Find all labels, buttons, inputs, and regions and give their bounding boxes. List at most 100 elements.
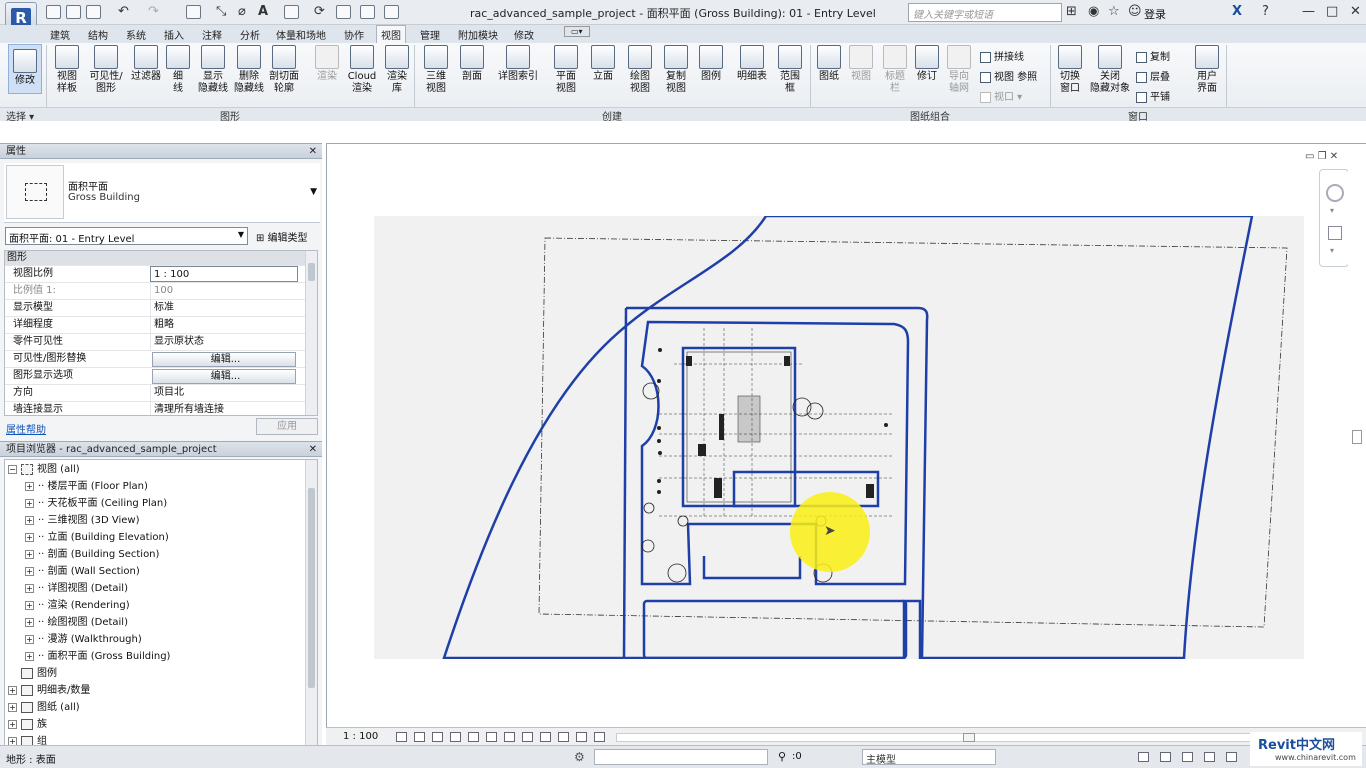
properties-scrollbar[interactable] (305, 251, 317, 415)
detail-level-icon[interactable] (396, 732, 407, 742)
tab-insert[interactable]: 插入 (162, 27, 186, 42)
cascade-button[interactable]: 层叠 (1136, 68, 1170, 83)
workset-dropdown[interactable] (594, 749, 768, 765)
tree-item[interactable]: + ·· 三维视图 (3D View) (25, 514, 140, 528)
temporary-hide-icon[interactable] (522, 732, 533, 742)
subscription-icon[interactable]: ◉ (1088, 5, 1099, 19)
select-dropdown[interactable]: 选择 ▾ (0, 107, 46, 123)
tree-item-schedules[interactable]: + 明细表/数量 (8, 684, 90, 698)
tree-item-legends[interactable]: 图例 (21, 667, 57, 681)
remove-hidden-lines-button[interactable]: 删除 隐藏线 (232, 45, 266, 95)
3d-view-button[interactable]: 三维 视图 (418, 45, 454, 95)
horizontal-scrollbar[interactable] (616, 733, 1336, 742)
replicate-button[interactable]: 复制 (1136, 48, 1170, 63)
tree-item[interactable]: + ·· 剖面 (Building Section) (25, 548, 159, 562)
zoom-region-icon[interactable] (1328, 226, 1342, 240)
undo-icon[interactable]: ↶ (118, 5, 129, 19)
visibility-graphics-button[interactable]: 可见性/ 图形 (86, 45, 126, 95)
edit-type-button[interactable]: ⊞ 编辑类型 (256, 229, 308, 244)
navigation-bar[interactable]: ▾ ▾ (1319, 169, 1349, 267)
place-view-button[interactable]: 视图 (846, 45, 876, 83)
tab-architecture[interactable]: 建筑 (48, 27, 72, 42)
view-scale-field[interactable]: 1 : 100 (150, 266, 298, 282)
shadows-icon[interactable] (450, 732, 461, 742)
crop-view-icon[interactable] (468, 732, 479, 742)
browser-scrollbar[interactable] (305, 460, 317, 746)
tab-analyze[interactable]: 分析 (238, 27, 262, 42)
search-input[interactable]: 键入关键字或短语 (908, 3, 1062, 22)
vg-edit-button[interactable]: 编辑... (152, 352, 296, 367)
close-icon[interactable]: ✕ (1350, 5, 1361, 19)
select-pinned-icon[interactable] (1182, 752, 1193, 762)
tab-annotate[interactable]: 注释 (200, 27, 224, 42)
view-scale[interactable]: 1 : 100 (343, 731, 378, 742)
analytical-model-icon[interactable] (576, 732, 587, 742)
select-underlay-icon[interactable] (1160, 752, 1171, 762)
tab-collaborate[interactable]: 协作 (342, 27, 366, 42)
favorites-icon[interactable]: ☆ (1108, 5, 1120, 19)
tab-view[interactable]: 视图 (376, 25, 406, 43)
design-option-dropdown[interactable]: 主模型 (862, 749, 996, 766)
matchline-button[interactable]: 拼接线 (980, 48, 1024, 63)
tab-massing-site[interactable]: 体量和场地 (274, 27, 328, 42)
tree-item[interactable]: + ·· 面积平面 (Gross Building) (25, 650, 170, 664)
close-hidden-icon[interactable] (360, 5, 375, 19)
worksharing-display-icon[interactable] (558, 732, 569, 742)
3d-view-icon[interactable] (284, 5, 299, 19)
exchange-apps-icon[interactable]: X (1232, 5, 1242, 19)
tree-item[interactable]: + ·· 立面 (Building Elevation) (25, 531, 169, 545)
schedules-button[interactable]: 明细表 (734, 45, 770, 83)
show-hidden-lines-button[interactable]: 显示 隐藏线 (194, 45, 232, 95)
text-icon[interactable]: A (258, 5, 268, 19)
visual-style-icon[interactable] (414, 732, 425, 742)
thin-lines-button[interactable]: 细 线 (166, 45, 190, 95)
close-properties-icon[interactable]: ✕ (309, 144, 317, 159)
view-templates-button[interactable]: 视图 样板 (50, 45, 84, 95)
tag-icon[interactable]: ⌀ (238, 5, 246, 19)
tab-systems[interactable]: 系统 (124, 27, 148, 42)
user-interface-button[interactable]: 用户 界面 (1190, 45, 1224, 95)
maximize-icon[interactable]: □ (1326, 5, 1338, 19)
legends-button[interactable]: 图例 (696, 45, 726, 83)
tree-item-families[interactable]: + 族 (8, 718, 47, 732)
tree-item[interactable]: + ·· 绘图视图 (Detail) (25, 616, 128, 630)
sign-in-link[interactable]: 登录 (1144, 6, 1166, 22)
help-icon[interactable]: ? (1262, 5, 1269, 19)
tree-item[interactable]: + ·· 剖面 (Wall Section) (25, 565, 140, 579)
section-icon[interactable]: ⟳ (314, 5, 325, 19)
plan-views-button[interactable]: 平面 视图 (550, 45, 582, 95)
title-block-button[interactable]: 标题 栏 (880, 45, 910, 95)
binoculars-icon[interactable]: ⊞ (1066, 5, 1077, 19)
callout-button[interactable]: 详图索引 (494, 45, 542, 83)
drafting-view-button[interactable]: 绘图 视图 (624, 45, 656, 95)
select-links-icon[interactable] (1138, 752, 1149, 762)
unlock-3d-icon[interactable] (504, 732, 515, 742)
drawing-area[interactable]: ▭ ❐ ✕ ➤ ▾ ▾ (326, 143, 1366, 728)
ribbon-minimize-toggle[interactable]: ▭▾ (564, 26, 590, 37)
scope-box-button[interactable]: 范围 框 (776, 45, 804, 95)
close-hidden-button[interactable]: 关闭 隐藏对象 (1088, 45, 1132, 95)
tab-manage[interactable]: 管理 (418, 27, 442, 42)
section-button[interactable]: 剖面 (456, 45, 488, 83)
highlight-displacement-icon[interactable] (594, 732, 605, 742)
select-by-face-icon[interactable] (1204, 752, 1215, 762)
tab-modify[interactable]: 修改 (512, 27, 536, 42)
apply-button[interactable]: 应用 (256, 418, 318, 435)
show-crop-icon[interactable] (486, 732, 497, 742)
vertical-scrollbar[interactable] (1348, 144, 1365, 728)
revisions-button[interactable]: 修订 (912, 45, 942, 83)
save-icon[interactable] (66, 5, 81, 19)
switch-windows-button[interactable]: 切换 窗口 (1054, 45, 1086, 95)
sync-icon[interactable] (86, 5, 101, 19)
view-reference-button[interactable]: 视图 参照 (980, 68, 1037, 83)
viewports-button[interactable]: 视口 ▾ (980, 88, 1022, 103)
thin-lines-icon[interactable] (336, 5, 351, 19)
view-window-controls[interactable]: ▭ ❐ ✕ (1305, 151, 1338, 162)
filter-icon[interactable]: ⚲ (778, 750, 786, 763)
type-selector[interactable]: 面积平面 Gross Building ▼ (4, 163, 320, 223)
reveal-hidden-icon[interactable] (540, 732, 551, 742)
measure-icon[interactable] (186, 5, 201, 19)
graphic-display-edit-button[interactable]: 编辑... (152, 369, 296, 384)
drag-elements-icon[interactable] (1226, 752, 1237, 762)
elevation-button[interactable]: 立面 (588, 45, 618, 83)
